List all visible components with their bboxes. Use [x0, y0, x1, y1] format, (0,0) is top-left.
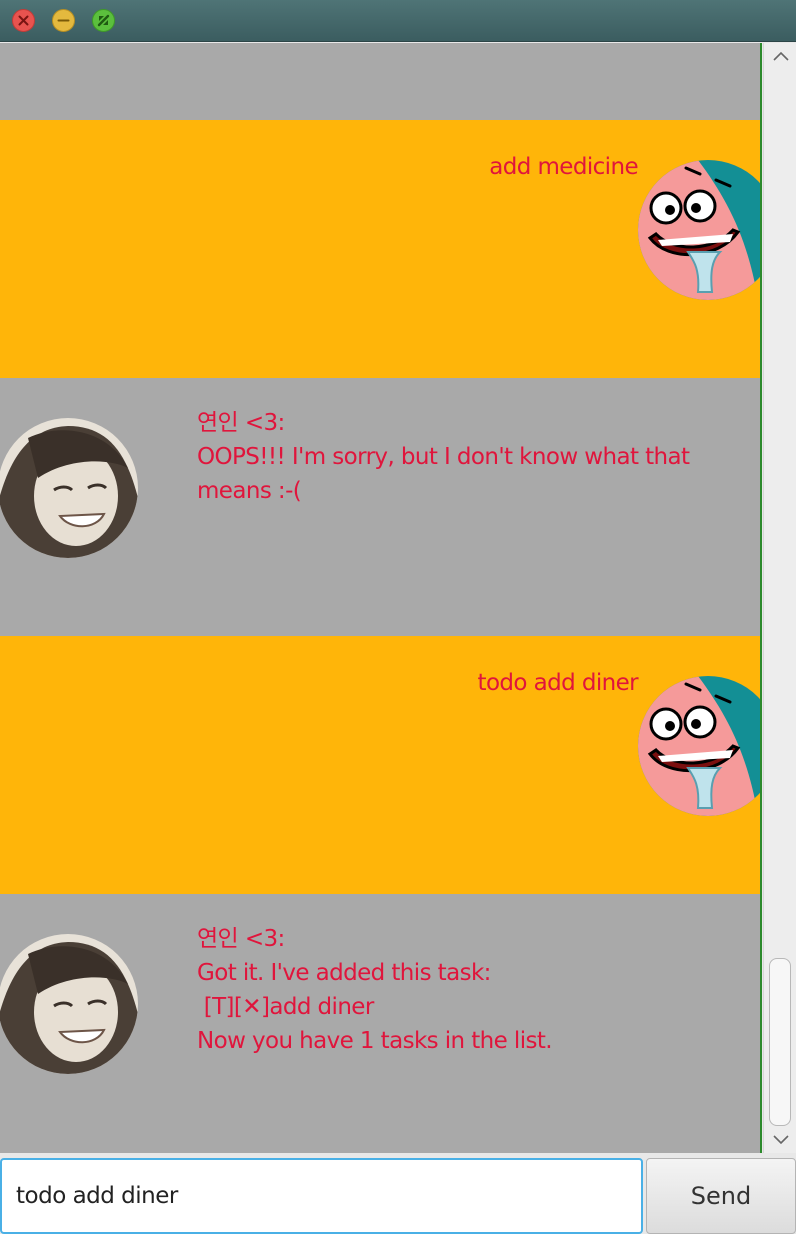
minimize-icon	[57, 19, 70, 22]
user-message-row: todo add diner	[0, 636, 760, 894]
patrick-avatar-icon	[638, 160, 760, 300]
maximize-icon	[97, 14, 110, 27]
user-message-text: add medicine	[489, 154, 638, 180]
close-icon	[18, 15, 29, 26]
bot-message-text: 연인 <3: OOPS!!! I'm sorry, but I don't kn…	[197, 410, 690, 504]
window-titlebar	[0, 0, 796, 42]
user-avatar	[638, 160, 760, 300]
scroll-thumb[interactable]	[769, 958, 791, 1126]
chat-scrollbar[interactable]	[763, 43, 796, 1153]
message-input[interactable]	[0, 1158, 643, 1234]
window-minimize-button[interactable]	[52, 9, 75, 32]
bot-message-row: 연인 <3: Got it. I've added this task: [T]…	[0, 894, 760, 1152]
bot-message-row: 연인 <3: OOPS!!! I'm sorry, but I don't kn…	[0, 378, 760, 636]
bot-girl-avatar-icon	[0, 418, 138, 558]
scroll-up-button[interactable]	[764, 43, 796, 69]
chevron-down-icon	[772, 1135, 789, 1145]
bot-avatar	[0, 934, 138, 1074]
chat-scroll-pane[interactable]: add medicine 연인 <3: OOPS!!! I'm sorry, b…	[0, 43, 762, 1153]
user-message-text: todo add diner	[477, 670, 639, 696]
window-maximize-button[interactable]	[92, 9, 115, 32]
user-message-row: add medicine	[0, 120, 760, 378]
chevron-up-icon	[772, 51, 789, 61]
scroll-down-button[interactable]	[764, 1127, 796, 1153]
window-close-button[interactable]	[12, 9, 35, 32]
send-button[interactable]: Send	[646, 1158, 796, 1234]
bot-message-text: 연인 <3: Got it. I've added this task: [T]…	[197, 926, 553, 1054]
user-avatar	[638, 676, 760, 816]
patrick-avatar-icon	[638, 676, 760, 816]
bot-avatar	[0, 418, 138, 558]
bot-girl-avatar-icon	[0, 934, 138, 1074]
